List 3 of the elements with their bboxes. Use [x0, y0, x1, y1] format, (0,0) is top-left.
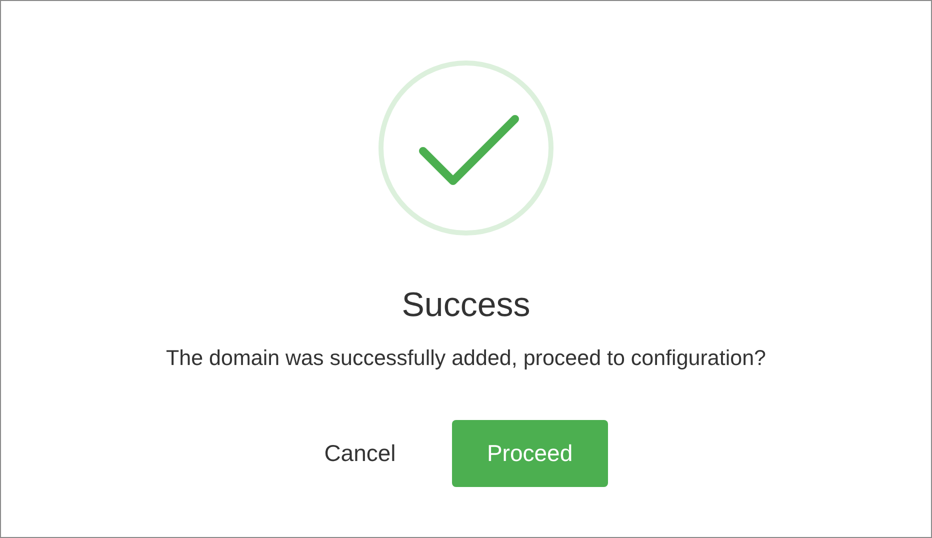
cancel-button[interactable]: Cancel [324, 436, 396, 471]
dialog-message: The domain was successfully added, proceed to configuration? [166, 344, 766, 372]
dialog-title: Success [402, 285, 530, 326]
